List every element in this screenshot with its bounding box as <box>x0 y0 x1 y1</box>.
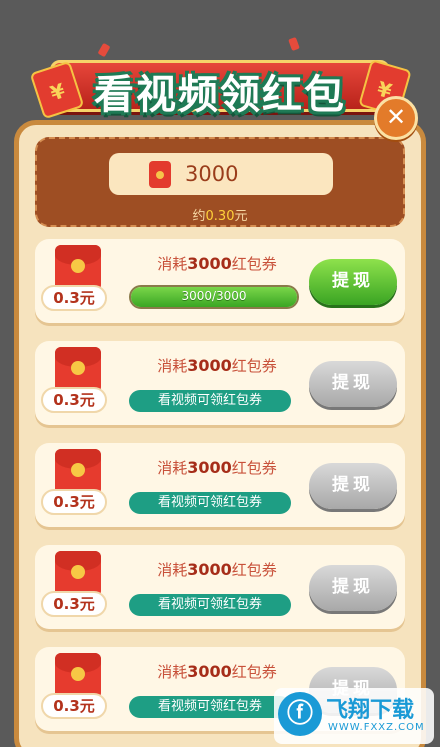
reward-price: 0.3元 <box>41 489 107 515</box>
watermark-text: 飞翔下载 <box>326 698 415 723</box>
watermark-logo-icon: ⓕ <box>278 692 322 736</box>
withdraw-button[interactable]: 提现 <box>309 565 397 611</box>
watch-video-hint[interactable]: 看视频可领红包券 <box>129 492 291 514</box>
reward-price: 0.3元 <box>41 387 107 413</box>
balance-approx: 约0.30元 <box>37 205 403 224</box>
reward-card: 0.3元 消耗3000红包券 看视频可领红包券 提现 <box>35 341 405 425</box>
close-button[interactable]: ✕ <box>374 96 418 140</box>
withdraw-button[interactable]: 提现 <box>309 361 397 407</box>
balance-amount: 3000 <box>185 162 239 186</box>
reward-cost: 消耗3000红包券 <box>157 458 277 477</box>
reward-card: 0.3元 消耗3000红包券 看视频可领红包券 提现 <box>35 443 405 527</box>
reward-cost: 消耗3000红包券 <box>157 662 277 681</box>
reward-cost: 消耗3000红包券 <box>157 356 277 375</box>
voucher-progress-bar: 3000/3000 <box>129 285 299 309</box>
reward-panel: 3000 约0.30元 0.3元 消耗3000红包券 3000/3000 提现 … <box>14 120 426 747</box>
red-envelope-icon <box>149 161 171 188</box>
watch-video-hint[interactable]: 看视频可领红包券 <box>129 696 291 718</box>
watch-video-hint[interactable]: 看视频可领红包券 <box>129 390 291 412</box>
reward-cost: 消耗3000红包券 <box>157 560 277 579</box>
reward-card: 0.3元 消耗3000红包券 看视频可领红包券 提现 <box>35 545 405 629</box>
watermark-url: WWW.FXXZ.COM <box>328 722 425 733</box>
reward-cost: 消耗3000红包券 <box>157 254 277 273</box>
withdraw-button[interactable]: 提现 <box>309 463 397 509</box>
balance-box: 3000 约0.30元 <box>35 137 405 227</box>
watch-video-hint[interactable]: 看视频可领红包券 <box>129 594 291 616</box>
progress-text: 3000/3000 <box>181 289 247 303</box>
reward-price: 0.3元 <box>41 591 107 617</box>
approx-prefix: 约 <box>192 209 206 224</box>
balance-pill: 3000 <box>109 153 333 195</box>
approx-value: 0.30 <box>205 209 235 224</box>
page-title: 看视频领红包 <box>94 72 346 118</box>
confetti-icon <box>288 36 300 52</box>
reward-price: 0.3元 <box>41 693 107 719</box>
title-banner: 看视频领红包 <box>29 36 412 122</box>
reward-price: 0.3元 <box>41 285 107 311</box>
confetti-icon <box>97 42 111 58</box>
reward-card: 0.3元 消耗3000红包券 3000/3000 提现 <box>35 239 405 323</box>
approx-unit: 元 <box>234 209 248 224</box>
watermark: ⓕ 飞翔下载 WWW.FXXZ.COM <box>274 688 434 744</box>
withdraw-button[interactable]: 提现 <box>309 259 397 305</box>
